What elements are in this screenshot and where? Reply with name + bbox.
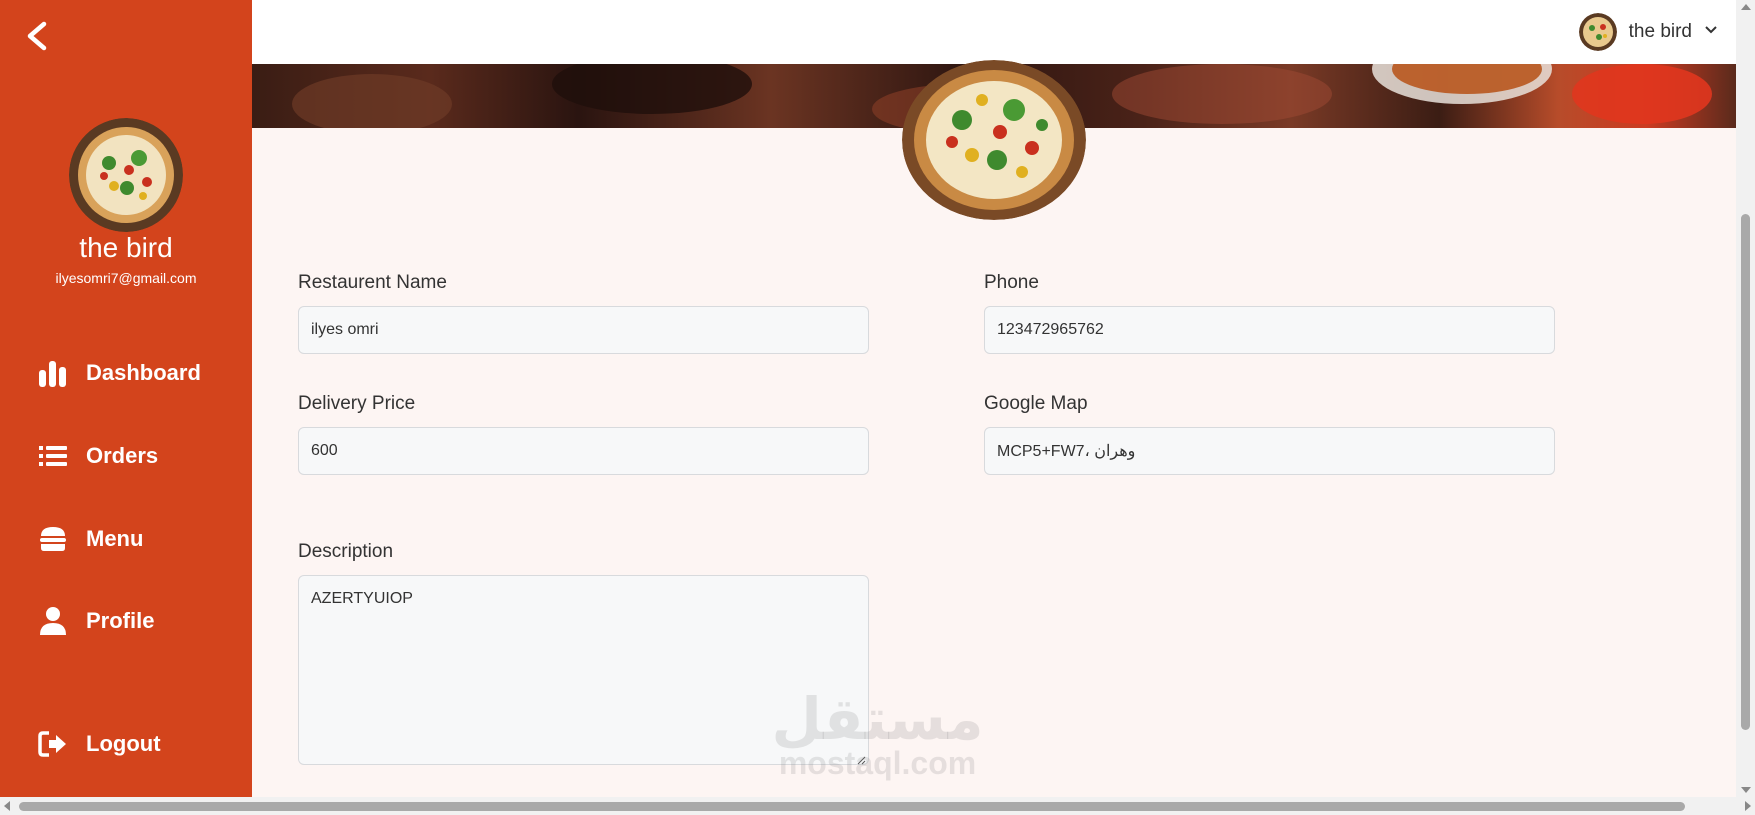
logout-label: Logout: [86, 731, 161, 756]
restaurant-name: the bird: [79, 232, 173, 263]
scroll-up-icon[interactable]: [1741, 4, 1751, 10]
google-map-label: Google Map: [984, 393, 1088, 414]
nav-profile[interactable]: Profile: [38, 606, 154, 636]
watermark-arabic: مستقل: [771, 685, 984, 753]
sidebar: the bird ilyesomri7@gmail.com Dashboard …: [0, 0, 252, 797]
description-label: Description: [298, 541, 394, 562]
nav-dashboard[interactable]: Dashboard: [38, 358, 201, 388]
bar-chart-icon: [38, 358, 68, 388]
nav-orders[interactable]: Orders: [38, 441, 158, 471]
user-menu[interactable]: the bird: [1578, 13, 1718, 51]
user-name: the bird: [1628, 21, 1692, 42]
scroll-left-icon[interactable]: [4, 801, 10, 811]
horizontal-scrollbar[interactable]: [0, 797, 1755, 815]
watermark: مستقل mostaql.com: [770, 685, 985, 781]
nav-profile-label: Profile: [86, 608, 155, 633]
delivery-price-label: Delivery Price: [298, 393, 416, 414]
top-bar: the bird: [252, 0, 1736, 64]
restaurant-name-label: Restaurent Name: [298, 272, 447, 293]
vertical-scroll-thumb[interactable]: [1741, 214, 1750, 730]
back-arrow-icon[interactable]: [20, 18, 56, 54]
list-icon: [38, 441, 68, 471]
nav-menu-label: Menu: [86, 526, 144, 551]
nav-menu[interactable]: Menu: [38, 524, 143, 554]
horizontal-scroll-thumb[interactable]: [19, 802, 1685, 811]
scroll-right-icon[interactable]: [1745, 801, 1751, 811]
nav-orders-label: Orders: [86, 443, 159, 468]
description-text: AZERTYUIOP: [311, 590, 413, 607]
restaurant-avatar: [69, 118, 183, 232]
scroll-down-icon[interactable]: [1741, 787, 1751, 793]
nav-dashboard-label: Dashboard: [86, 360, 201, 385]
restaurant-cover-pizza: [902, 60, 1086, 220]
phone-input[interactable]: 123472965762: [984, 306, 1555, 354]
logout-button[interactable]: Logout: [38, 729, 161, 759]
watermark-latin: mostaql.com: [778, 745, 977, 781]
google-map-input[interactable]: MCP5+FW7، وهران: [984, 427, 1555, 475]
restaurant-name-input[interactable]: ilyes omri: [298, 306, 869, 354]
user-icon: [38, 606, 68, 636]
chevron-down-icon: [1704, 23, 1718, 42]
vertical-scrollbar[interactable]: [1736, 0, 1755, 797]
phone-label: Phone: [984, 272, 1039, 293]
restaurant-email: ilyesomri7@gmail.com: [55, 270, 197, 286]
delivery-price-input[interactable]: 600: [298, 427, 869, 475]
burger-icon: [38, 524, 68, 554]
user-avatar: [1578, 13, 1617, 51]
logout-icon: [38, 729, 68, 759]
